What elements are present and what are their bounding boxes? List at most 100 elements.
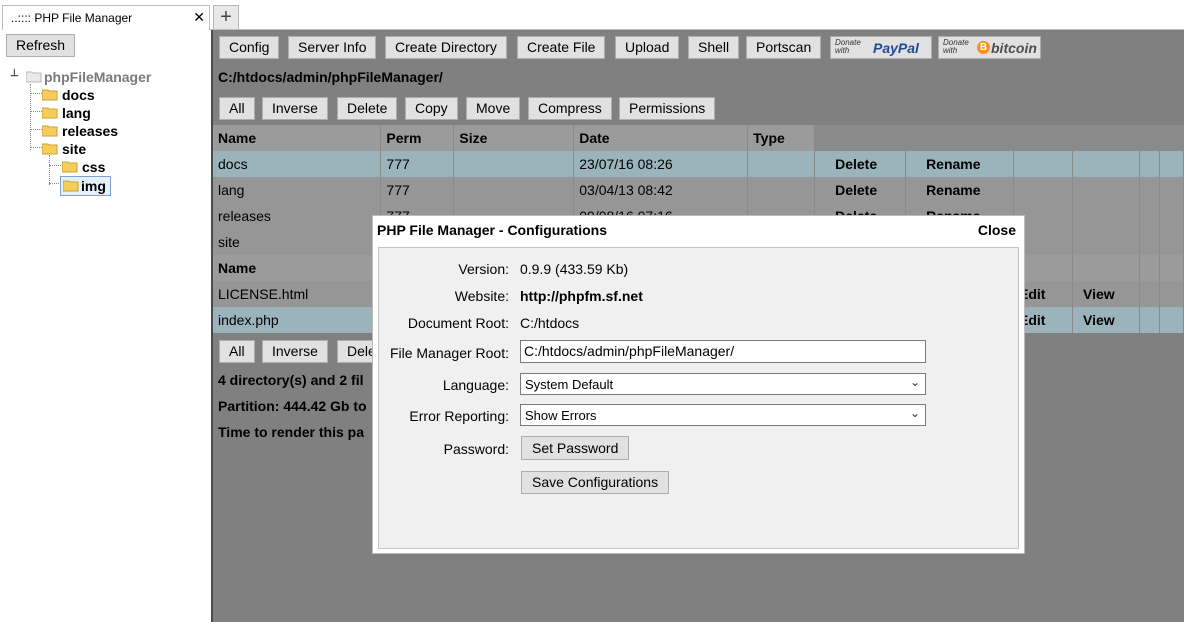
dialog-close-button[interactable]: Close	[978, 222, 1016, 238]
tree-connector	[30, 93, 42, 94]
tree-connector	[30, 111, 42, 112]
donate-caption: Donate with	[943, 38, 969, 55]
column-header-name[interactable]: Name	[213, 255, 382, 281]
select-all-button-bottom[interactable]: All	[219, 340, 255, 363]
dir-perm[interactable]: 777	[380, 177, 455, 203]
tab-title: ..:::: PHP File Manager	[11, 11, 133, 25]
portscan-button[interactable]: Portscan	[746, 36, 822, 59]
delete-selected-button[interactable]: Delete	[337, 97, 398, 120]
tree-root[interactable]: ⊥ phpFileManager	[10, 68, 190, 86]
selection-toolbar: All Inverse Delete Copy Move Compress Pe…	[213, 91, 1184, 125]
empty-cell	[1072, 229, 1140, 255]
item-count: 4 directory(s) and 2 fil	[218, 372, 364, 388]
file-manager-root-input[interactable]: C:/htdocs/admin/phpFileManager/	[520, 340, 926, 363]
website-label: Website:	[454, 288, 509, 304]
tree-item-label: releases	[62, 123, 119, 139]
dialog-title: PHP File Manager - Configurations	[377, 222, 607, 238]
column-header-perm[interactable]: Perm	[380, 125, 455, 151]
view-link[interactable]: View	[1072, 307, 1140, 333]
table-header: Name Perm Size Date Type	[213, 125, 1184, 151]
empty-cell	[1139, 307, 1160, 333]
new-tab-button[interactable]: +	[213, 5, 239, 30]
view-link[interactable]: View	[1072, 281, 1140, 307]
empty-cell	[1013, 177, 1073, 203]
empty-cell	[1159, 307, 1184, 333]
close-tab-icon[interactable]: ✕	[193, 9, 205, 26]
refresh-button[interactable]: Refresh	[6, 34, 76, 57]
tree-connector	[49, 155, 50, 185]
shell-button[interactable]: Shell	[688, 36, 740, 59]
folder-icon	[42, 143, 58, 155]
header-cell	[1159, 255, 1184, 281]
upload-button[interactable]: Upload	[615, 36, 680, 59]
header-spacer	[1159, 125, 1184, 151]
folder-icon	[26, 71, 42, 83]
chevron-down-icon: ⌄	[909, 406, 920, 420]
collapse-icon[interactable]: ⊥	[10, 68, 19, 79]
inverse-button[interactable]: Inverse	[262, 97, 328, 120]
header-cell	[1072, 255, 1140, 281]
dir-size	[453, 151, 575, 177]
file-name[interactable]: index.php	[213, 307, 382, 333]
dir-name[interactable]: lang	[213, 177, 382, 203]
save-configurations-button[interactable]: Save Configurations	[521, 471, 670, 494]
rename-link[interactable]: Rename	[905, 151, 1015, 177]
error-reporting-select[interactable]: Show Errors ⌄	[520, 404, 926, 426]
folder-icon	[63, 180, 79, 192]
config-button[interactable]: Config	[219, 36, 280, 59]
inverse-button-bottom[interactable]: Inverse	[262, 340, 328, 363]
move-button[interactable]: Move	[466, 97, 521, 120]
column-header-size[interactable]: Size	[453, 125, 575, 151]
tree-item-label: site	[62, 141, 87, 157]
permissions-button[interactable]: Permissions	[619, 97, 716, 120]
empty-cell	[1159, 177, 1184, 203]
tree-item-img[interactable]: img	[60, 176, 111, 196]
tree-item-label: css	[82, 159, 106, 175]
folder-icon	[42, 125, 58, 137]
donate-caption: Donate with	[835, 38, 861, 55]
file-name[interactable]: LICENSE.html	[213, 281, 382, 307]
header-spacer	[1013, 125, 1073, 151]
language-selected: System Default	[525, 377, 614, 392]
dir-name[interactable]: releases	[213, 203, 382, 229]
header-spacer	[905, 125, 1015, 151]
select-all-button[interactable]: All	[219, 97, 255, 120]
column-header-type[interactable]: Type	[747, 125, 816, 151]
donate-bitcoin-button[interactable]: Donate with B bitcoin	[938, 36, 1041, 59]
empty-cell	[1159, 229, 1184, 255]
delete-link[interactable]: Delete	[814, 177, 907, 203]
table-row[interactable]: lang 777 03/04/13 08:42 Delete Rename	[213, 177, 1184, 203]
tree-item-label: lang	[62, 105, 91, 121]
column-header-name[interactable]: Name	[213, 125, 382, 151]
compress-button[interactable]: Compress	[528, 97, 612, 120]
dir-name[interactable]: site	[213, 229, 382, 255]
chevron-down-icon: ⌄	[909, 375, 920, 389]
folder-icon	[42, 89, 58, 101]
delete-link[interactable]: Delete	[814, 151, 907, 177]
column-header-date[interactable]: Date	[573, 125, 749, 151]
create-directory-button[interactable]: Create Directory	[385, 36, 507, 59]
bitcoin-icon: B	[977, 41, 990, 54]
create-file-button[interactable]: Create File	[517, 36, 606, 59]
copy-button[interactable]: Copy	[405, 97, 458, 120]
bitcoin-logo: bitcoin	[991, 40, 1037, 56]
tree-item-label: img	[81, 178, 106, 194]
language-select[interactable]: System Default ⌄	[520, 373, 926, 395]
header-cell	[1139, 255, 1160, 281]
dir-name[interactable]: docs	[213, 151, 382, 177]
dir-date: 03/04/13 08:42	[573, 177, 749, 203]
partition-info: Partition: 444.42 Gb to	[218, 398, 367, 414]
server-info-button[interactable]: Server Info	[288, 36, 377, 59]
set-password-button[interactable]: Set Password	[521, 436, 630, 460]
version-value: 0.9.9 (433.59 Kb)	[520, 261, 629, 277]
empty-cell	[1139, 203, 1160, 229]
browser-tab[interactable]: ..:::: PHP File Manager ✕	[2, 5, 210, 30]
donate-paypal-button[interactable]: Donate with PayPal	[830, 36, 932, 59]
website-link[interactable]: http://phpfm.sf.net	[520, 288, 643, 304]
rename-link[interactable]: Rename	[905, 177, 1015, 203]
table-row[interactable]: docs 777 23/07/16 08:26 Delete Rename	[213, 151, 1184, 177]
render-time: Time to render this pa	[218, 424, 364, 440]
tree-item-label: docs	[62, 87, 95, 103]
dir-perm[interactable]: 777	[380, 151, 455, 177]
main-toolbar: Config Server Info Create Directory Crea…	[213, 30, 1184, 64]
